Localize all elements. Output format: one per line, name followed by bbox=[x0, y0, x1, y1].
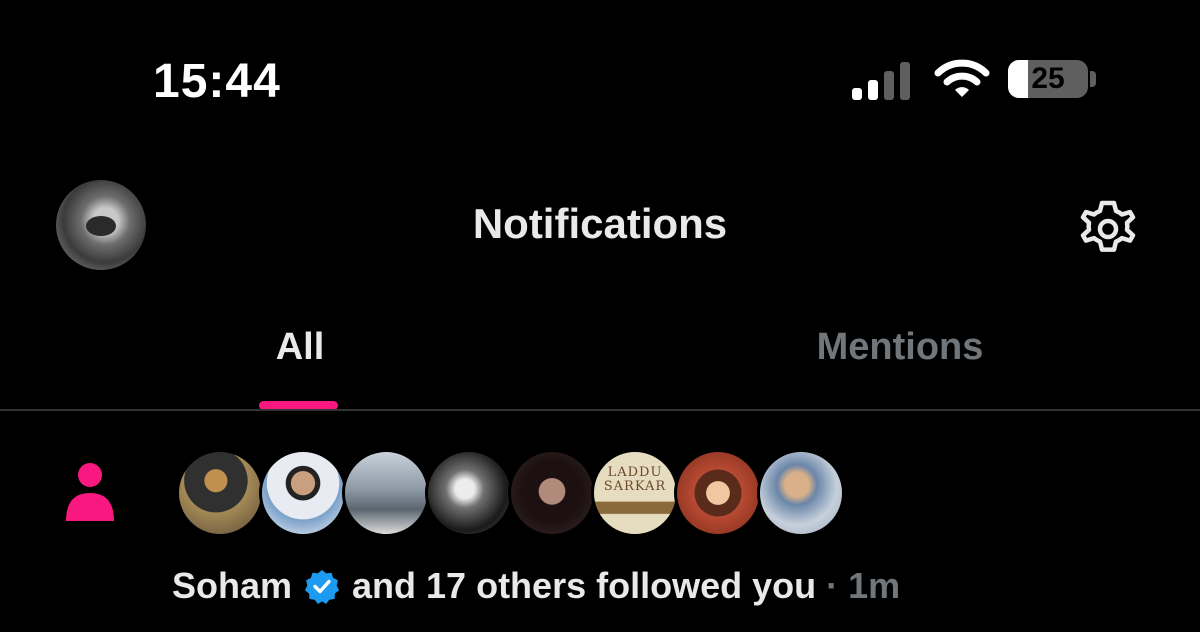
gear-icon[interactable] bbox=[1076, 197, 1140, 261]
tab-mentions-label: Mentions bbox=[816, 326, 984, 368]
follower-avatar[interactable] bbox=[342, 449, 430, 537]
follower-avatar[interactable]: LADDU SARKAR bbox=[591, 449, 679, 537]
battery-level: 25 bbox=[1031, 62, 1065, 95]
wifi-icon bbox=[934, 59, 990, 97]
tab-mentions[interactable]: Mentions bbox=[600, 300, 1200, 410]
separator-dot: · bbox=[826, 565, 839, 606]
battery-tip bbox=[1090, 71, 1096, 87]
notification-text: Soham and 17 others followed you · 1m bbox=[172, 565, 900, 607]
notification-message: and 17 others followed you bbox=[352, 565, 817, 606]
page-title: Notifications bbox=[472, 200, 728, 247]
person-follow-icon bbox=[66, 463, 114, 521]
tab-bar: All Mentions bbox=[0, 300, 1200, 412]
notification-item[interactable]: LADDU SARKAR Soham and 17 others followe… bbox=[0, 411, 1200, 632]
follower-avatar[interactable] bbox=[425, 449, 513, 537]
header: Notifications bbox=[0, 170, 1200, 280]
follower-avatar[interactable] bbox=[508, 449, 596, 537]
tab-all[interactable]: All bbox=[0, 300, 600, 410]
notification-time: 1m bbox=[848, 565, 901, 606]
cellular-signal-icon bbox=[852, 62, 910, 100]
follower-avatar[interactable] bbox=[674, 449, 762, 537]
avatar-poster-text: LADDU SARKAR bbox=[603, 465, 667, 494]
tab-all-label: All bbox=[275, 326, 325, 368]
user-name[interactable]: Soham bbox=[172, 565, 292, 607]
follower-avatar[interactable] bbox=[259, 449, 347, 537]
status-time: 15:44 bbox=[153, 55, 281, 108]
follower-avatar[interactable] bbox=[757, 449, 845, 537]
verified-badge-icon bbox=[304, 570, 340, 604]
battery-icon: 25 bbox=[1008, 60, 1088, 98]
follower-avatar[interactable] bbox=[176, 449, 264, 537]
status-bar: 15:44 25 bbox=[0, 0, 1200, 160]
